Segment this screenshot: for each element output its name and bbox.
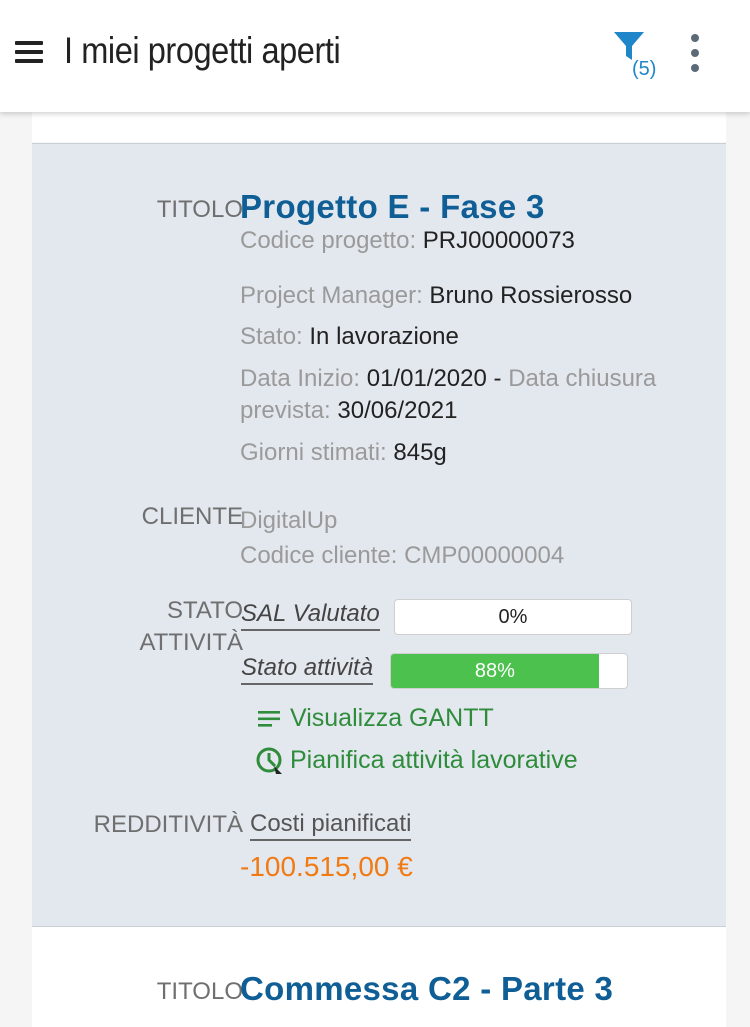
activity-state-label-2: ATTIVITÀ [139, 629, 243, 656]
activity-state-label-1: STATO [166, 597, 243, 624]
status-row: Stato: In lavorazione [240, 321, 459, 353]
client-name: DigitalUp [240, 507, 338, 534]
planned-costs-link[interactable]: Costi pianificati [250, 809, 412, 841]
profitability-label: REDDITIVITÀ [93, 811, 243, 838]
sal-progress-bar: 0% [394, 599, 632, 635]
start-date: 01/01/2020 [360, 365, 487, 392]
next-project-title[interactable]: Commessa C2 - Parte 3 [240, 970, 613, 1008]
project-manager-label: Project Manager: [240, 282, 423, 309]
estimated-days: 845g [386, 439, 447, 466]
project-code-label: Codice progetto: [240, 227, 417, 254]
clock-icon [256, 747, 282, 774]
planned-costs-value: -100.515,00 € [240, 851, 413, 882]
previous-card [32, 112, 726, 142]
list-icon [258, 711, 280, 727]
activity-progress-text: 88% [474, 660, 515, 682]
estimated-days-row: Giorni stimati: 845g [240, 437, 447, 469]
close-date: 30/06/2021 [330, 397, 458, 424]
sal-link[interactable]: SAL Valutato [241, 599, 380, 631]
hamburger-menu-icon[interactable] [15, 41, 43, 63]
filter-button[interactable]: (5) [612, 30, 664, 82]
page-title: I miei progetti aperti [64, 30, 341, 71]
project-code-row: Codice progetto: PRJ00000073 [240, 225, 575, 257]
client-label: CLIENTE [141, 503, 243, 530]
project-code: PRJ00000073 [416, 227, 575, 254]
project-title[interactable]: Progetto E - Fase 3 [240, 188, 545, 226]
start-date-label: Data Inizio: [240, 365, 361, 392]
filter-count-badge: (5) [632, 58, 657, 80]
status-value: In lavorazione [302, 323, 459, 350]
close-date-label: Data chiusura [508, 365, 657, 392]
more-options-icon[interactable] [682, 34, 708, 74]
close-date-row: prevista: 30/06/2021 [240, 397, 458, 424]
activity-progress-bar: 88% [390, 653, 628, 689]
app-bar: I miei progetti aperti (5) [0, 0, 750, 112]
activity-state-link[interactable]: Stato attività [241, 653, 374, 685]
project-manager-row: Project Manager: Bruno Rossierosso [240, 280, 632, 312]
estimated-days-label: Giorni stimati: [240, 439, 387, 466]
start-date-row: Data Inizio: 01/01/2020 - Data chiusura [240, 365, 657, 392]
next-title-label: TITOLO [156, 978, 243, 1005]
title-label: TITOLO [156, 196, 243, 223]
client-code: Codice cliente: CMP00000004 [240, 542, 565, 569]
project-manager: Bruno Rossierosso [422, 282, 633, 309]
status-label: Stato: [240, 323, 303, 350]
sal-progress-text: 0% [498, 606, 528, 628]
